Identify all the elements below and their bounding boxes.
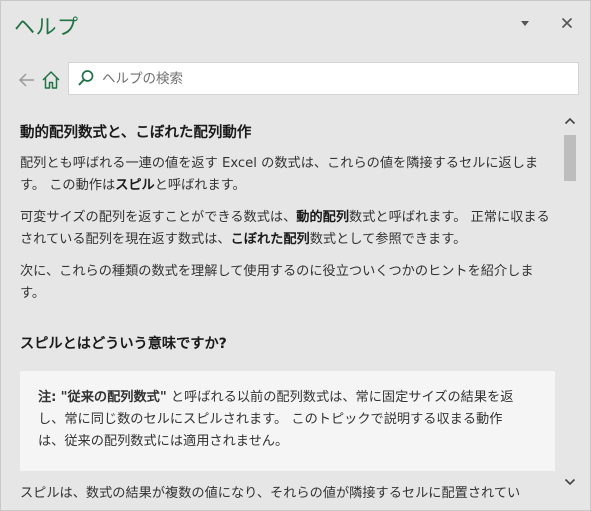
term-spilled-array: こぼれた配列	[230, 232, 310, 247]
intro-term-spill: スピル	[115, 178, 155, 193]
dynamic-text-e: 数式として参照できます。	[309, 232, 467, 247]
note-text: 注: "従来の配列数式" と呼ばれる以前の配列数式は、常に固定サイズの結果を返し…	[38, 387, 523, 453]
back-button[interactable]	[17, 70, 37, 90]
chevron-down-icon	[513, 11, 537, 35]
home-icon	[40, 71, 62, 95]
article-title: 動的配列数式と、こぼれた配列動作	[20, 125, 252, 141]
section-title: スピルとはどういう意味ですか?	[20, 336, 227, 352]
pane-title: ヘルプ	[14, 15, 79, 39]
chevron-up-icon[interactable]	[563, 113, 577, 127]
term-dynamic-array: 動的配列	[296, 210, 350, 225]
search-input[interactable]	[100, 65, 564, 92]
vertical-scrollbar[interactable]	[562, 101, 578, 494]
paragraph-intro: 配列とも呼ばれる一連の値を返す Excel の数式は、これらの値を隣接するセルに…	[20, 153, 553, 197]
intro-text-end: と呼ばれます。	[154, 178, 246, 193]
paragraph-spill-explained: スピルは、数式の結果が複数の値になり、それらの値が隣接するセルに配置されてい	[20, 486, 521, 501]
intro-text: 配列とも呼ばれる一連の値を返す Excel の数式は、これらの値を隣接するセルに…	[20, 156, 539, 193]
note-box: 注: "従来の配列数式" と呼ばれる以前の配列数式は、常に固定サイズの結果を返し…	[20, 371, 555, 471]
search-icon	[77, 69, 95, 87]
close-icon	[555, 11, 579, 35]
back-arrow-icon	[17, 73, 37, 94]
close-pane-button[interactable]	[555, 11, 579, 35]
article-content: 動的配列数式と、こぼれた配列動作 配列とも呼ばれる一連の値を返す Excel の…	[1, 101, 561, 510]
chevron-down-icon[interactable]	[563, 474, 577, 488]
note-label: 注:	[38, 390, 57, 405]
pane-options-button[interactable]	[513, 11, 537, 35]
paragraph-dynamic-array: 可変サイズの配列を返すことができる数式は、動的配列数式と呼ばれます。 正常に収ま…	[20, 207, 553, 251]
home-button[interactable]	[40, 69, 62, 91]
dynamic-text-a: 可変サイズの配列を返すことができる数式は、	[20, 210, 297, 225]
scrollbar-thumb[interactable]	[564, 135, 576, 181]
paragraph-tips: 次に、これらの種類の数式を理解して使用するのに役立ついくつかのヒントを紹介します…	[20, 264, 534, 301]
search-box[interactable]	[68, 62, 579, 95]
help-pane: ヘルプ 動的配列数式と、こぼれた配列動作 配列とも呼ばれる一連の値を返す Exc…	[0, 0, 591, 511]
note-term: "従来の配列数式"	[60, 390, 167, 405]
